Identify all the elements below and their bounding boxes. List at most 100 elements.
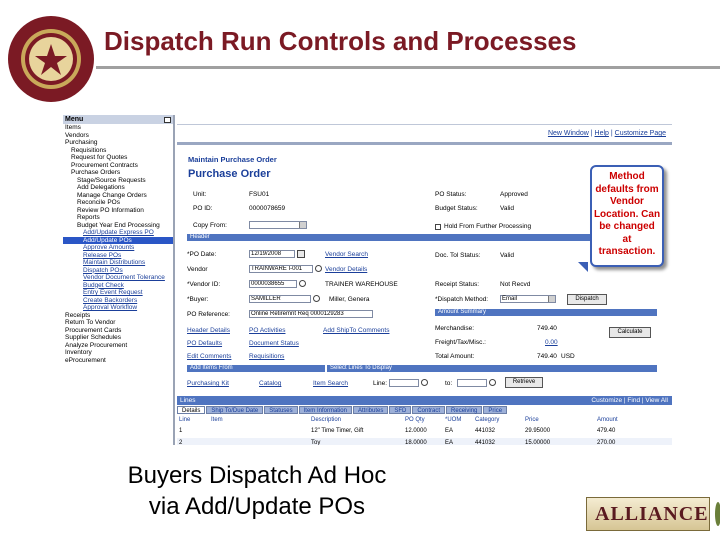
menu-item[interactable]: Supplier Schedules <box>63 334 173 342</box>
menu-item[interactable]: Stage/Source Requests <box>63 177 173 185</box>
caption-line-1: Buyers Dispatch Ad Hoc <box>127 462 387 489</box>
menu-item[interactable]: Analyze Procurement <box>63 342 173 350</box>
menu-item[interactable]: Procurement Cards <box>63 327 173 335</box>
customize-page-link[interactable]: Customize Page <box>615 130 666 137</box>
search-icon[interactable] <box>299 280 306 287</box>
chevron-down-icon <box>548 296 555 302</box>
header-details-link[interactable]: Header Details <box>187 327 230 334</box>
catalog-link[interactable]: Catalog <box>259 380 281 387</box>
menu-item[interactable]: Maintain Distributions <box>63 259 173 267</box>
menu-item[interactable]: Review PO Information <box>63 207 173 215</box>
table-cell[interactable]: 29.95000 <box>525 428 550 434</box>
add-shipto-comments-link[interactable]: Add ShipTo Comments <box>323 327 389 334</box>
search-icon[interactable] <box>489 379 496 386</box>
menu-item[interactable]: Approval Workflow <box>63 304 173 312</box>
lines-tab[interactable]: Details <box>177 406 206 414</box>
callout-line: transaction. <box>598 246 656 257</box>
calculate-button[interactable]: Calculate <box>609 327 651 338</box>
new-window-link[interactable]: New Window <box>548 130 589 137</box>
minimize-icon[interactable] <box>164 116 171 123</box>
help-link[interactable]: Help <box>595 130 609 137</box>
po-defaults-link[interactable]: PO Defaults <box>187 340 222 347</box>
document-status-link[interactable]: Document Status <box>249 340 299 347</box>
freight-value[interactable]: 0.00 <box>545 339 558 346</box>
copy-from-select[interactable] <box>249 221 307 229</box>
menu-item[interactable]: Budget Year End Processing <box>63 222 173 230</box>
purchasing-kit-link[interactable]: Purchasing Kit <box>187 380 229 387</box>
lines-tab[interactable]: Contract <box>412 406 446 414</box>
table-cell[interactable]: EA <box>445 440 453 445</box>
search-icon[interactable] <box>313 295 320 302</box>
lines-tab[interactable]: Ship To/Due Date <box>206 406 264 414</box>
menu-item[interactable]: Return To Vendor <box>63 319 173 327</box>
edit-comments-link[interactable]: Edit Comments <box>187 353 231 360</box>
search-icon[interactable] <box>315 265 322 272</box>
menu-item[interactable]: Add/Update POs <box>63 236 173 244</box>
vendor-search-link[interactable]: Vendor Search <box>325 251 368 258</box>
table-cell[interactable]: EA <box>445 428 453 434</box>
vendor-id-input[interactable]: 0000038655 <box>249 280 297 288</box>
dispatch-button[interactable]: Dispatch <box>567 294 607 305</box>
menu-item[interactable]: Purchase Orders <box>63 169 173 177</box>
line-from-input[interactable] <box>389 379 419 387</box>
lines-tab[interactable]: Attributes <box>352 406 389 414</box>
header-section-bar[interactable]: Header <box>187 234 657 241</box>
retrieve-button[interactable]: Retrieve <box>505 377 543 388</box>
menu-item[interactable]: Release POs <box>63 252 173 260</box>
requisitions-link[interactable]: Requisitions <box>249 353 284 360</box>
po-activities-link[interactable]: PO Activities <box>249 327 285 334</box>
menu-item[interactable]: Add Delegations <box>63 184 173 192</box>
lines-tab[interactable]: Price <box>483 406 508 414</box>
menu-item[interactable]: Approve Amounts <box>63 244 173 252</box>
menu-item[interactable]: Vendor Document Tolerance <box>63 274 173 282</box>
vendor-input[interactable]: TRAINWARE I-001 <box>249 265 313 273</box>
table-cell[interactable]: Toy <box>311 440 320 445</box>
menu-item[interactable]: Receipts <box>63 312 173 320</box>
menu-item[interactable]: Requisitions <box>63 147 173 155</box>
column-header: PO Qty <box>405 417 425 423</box>
lines-tab[interactable]: Statuses <box>264 406 298 414</box>
buyer-input[interactable]: SAMILLER <box>249 295 311 303</box>
hold-checkbox[interactable] <box>435 224 441 230</box>
table-cell[interactable]: 441032 <box>475 428 495 434</box>
menu-item[interactable]: Reconcile POs <box>63 199 173 207</box>
grid-navigation-links[interactable]: Customize | Find | View All <box>591 396 668 405</box>
table-cell[interactable]: 479.40 <box>597 428 615 434</box>
menu-item[interactable]: Reports <box>63 214 173 222</box>
vendor-details-link[interactable]: Vendor Details <box>325 266 367 273</box>
table-cell[interactable]: 12" Time Timer, Gift <box>311 428 363 434</box>
menu-item[interactable]: Procurement Contracts <box>63 162 173 170</box>
table-cell[interactable]: 270.00 <box>597 440 615 445</box>
menu-item[interactable]: Inventory <box>63 349 173 357</box>
po-id-value: 0000078659 <box>249 205 286 212</box>
dispatch-method-select[interactable]: Email <box>500 295 556 303</box>
line-to-input[interactable] <box>457 379 487 387</box>
menu-item[interactable]: Items <box>63 124 173 132</box>
item-search-link[interactable]: Item Search <box>313 380 348 387</box>
table-cell[interactable]: 12.0000 <box>405 428 427 434</box>
copy-from-label: Copy From: <box>193 222 227 229</box>
menu-item[interactable]: Create Backorders <box>63 297 173 305</box>
menu-item[interactable]: Entry Event Request <box>63 289 173 297</box>
menu-item[interactable]: Purchasing <box>63 139 173 147</box>
po-reference-input[interactable]: Online Retiremnt Req 0000129283 <box>249 310 373 318</box>
menu-item[interactable]: eProcurement <box>63 357 173 365</box>
menu-item[interactable]: Manage Change Orders <box>63 192 173 200</box>
table-cell[interactable]: 441032 <box>475 440 495 445</box>
unit-label: Unit: <box>193 191 207 198</box>
table-cell[interactable]: 18.0000 <box>405 440 427 445</box>
lines-tab[interactable]: Item Information <box>298 406 352 414</box>
lines-tab[interactable]: SFD <box>389 406 412 414</box>
calendar-icon[interactable] <box>297 250 305 258</box>
lines-tab[interactable]: Receiving <box>446 406 483 414</box>
table-cell[interactable]: 15.00000 <box>525 440 550 445</box>
menu-item[interactable]: Dispatch POs <box>63 267 173 275</box>
po-date-input[interactable]: 12/19/2008 <box>249 250 295 258</box>
search-icon[interactable] <box>421 379 428 386</box>
menu-item[interactable]: Vendors <box>63 132 173 140</box>
top-bar <box>177 115 672 125</box>
header-section-label: Header <box>190 234 210 240</box>
menu-item[interactable]: Add/Update Express PO <box>63 229 173 237</box>
menu-item[interactable]: Budget Check <box>63 282 173 290</box>
menu-item[interactable]: Request for Quotes <box>63 154 173 162</box>
